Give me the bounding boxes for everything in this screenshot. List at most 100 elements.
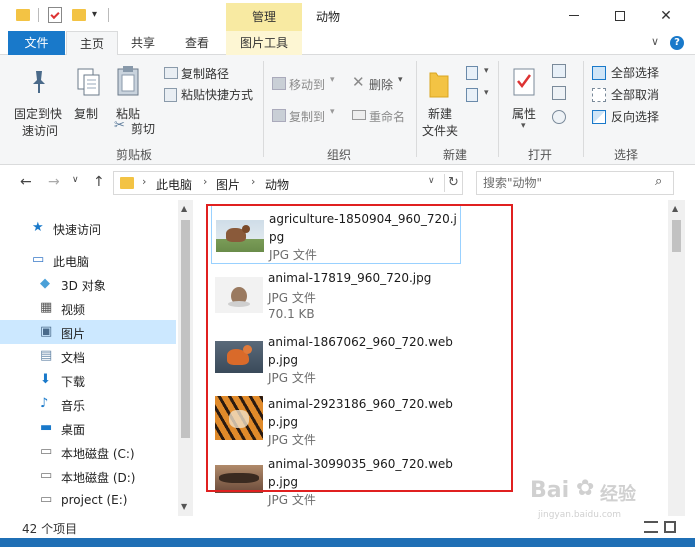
file-thumbnail bbox=[215, 396, 263, 440]
nav-scrollbar[interactable]: ▲ ▼ bbox=[178, 200, 193, 516]
invert-selection-label: 反向选择 bbox=[611, 110, 660, 124]
edit-button[interactable] bbox=[550, 85, 572, 103]
new-folder-quick-icon[interactable] bbox=[72, 9, 86, 21]
file-item[interactable]: animal-2923186_960_720.webp.jpg JPG 文件 bbox=[211, 391, 461, 450]
file-list-scrollbar[interactable]: ▲ bbox=[668, 200, 685, 516]
invert-selection-button[interactable]: 反向选择 bbox=[590, 108, 670, 126]
file-thumbnail bbox=[215, 341, 263, 373]
tab-home[interactable]: 主页 bbox=[66, 31, 118, 56]
sidebar-item[interactable]: ▣ 图片 bbox=[0, 320, 176, 344]
file-list: agriculture-1850904_960_720.jpg JPG 文件 a… bbox=[193, 200, 668, 516]
chevron-down-icon[interactable]: ▾ bbox=[92, 9, 97, 20]
chevron-down-icon: ∨ bbox=[72, 175, 79, 185]
details-view-icon[interactable] bbox=[644, 521, 658, 533]
file-item[interactable]: animal-3099035_960_720.webp.jpg JPG 文件 bbox=[211, 453, 461, 512]
sidebar-item-label: 本地磁盘 (D:) bbox=[61, 471, 136, 485]
maximize-button[interactable] bbox=[597, 0, 643, 31]
select-none-button[interactable]: 全部取消 bbox=[590, 86, 670, 104]
chevron-down-icon: ▾ bbox=[484, 66, 489, 76]
address-bar[interactable]: › 此电脑 › 图片 › 动物 ∨ ↻ bbox=[113, 171, 463, 195]
paste-shortcut-button[interactable]: 粘贴快捷方式 bbox=[160, 86, 260, 104]
arrow-right-icon: → bbox=[48, 174, 60, 190]
nav-scrollbar-thumb[interactable] bbox=[181, 220, 190, 438]
scroll-up-icon[interactable]: ▲ bbox=[672, 204, 678, 213]
sidebar-item[interactable]: ★ 快速访问 bbox=[0, 216, 176, 240]
sidebar-item[interactable]: ▤ 文档 bbox=[0, 344, 176, 368]
forward-button[interactable]: → bbox=[48, 174, 60, 190]
breadcrumb-pictures[interactable]: 图片 bbox=[216, 176, 240, 193]
sidebar-item[interactable]: ▭ 本地磁盘 (D:) bbox=[0, 464, 176, 488]
search-icon[interactable]: ⌕ bbox=[655, 174, 662, 189]
sidebar-item[interactable]: ♪ 音乐 bbox=[0, 392, 176, 416]
pin-to-quick-access-button[interactable]: 固定到快 速访问 bbox=[10, 59, 68, 141]
paste-button[interactable]: 粘贴 bbox=[108, 59, 148, 121]
move-to-button[interactable]: 移动到 ▾ bbox=[270, 75, 342, 95]
up-button[interactable]: ↑ bbox=[93, 174, 105, 190]
properties-icon bbox=[513, 68, 535, 96]
sidebar-item[interactable]: ◆ 3D 对象 bbox=[0, 272, 176, 296]
scroll-down-icon[interactable]: ▼ bbox=[181, 502, 187, 511]
new-item-button[interactable]: ▾ bbox=[464, 65, 494, 83]
pin-label-2: 速访问 bbox=[22, 124, 59, 138]
sidebar-item[interactable]: ▭ 此电脑 bbox=[0, 248, 176, 272]
back-button[interactable]: ← bbox=[20, 174, 32, 190]
properties-label: 属性 bbox=[512, 107, 537, 121]
breadcrumb-animals[interactable]: 动物 bbox=[265, 176, 289, 193]
file-item[interactable]: agriculture-1850904_960_720.jpg JPG 文件 bbox=[211, 205, 461, 264]
new-folder-button[interactable]: 新建 文件夹 bbox=[420, 59, 460, 141]
address-dropdown-icon[interactable]: ∨ bbox=[428, 176, 435, 186]
manage-context-tab[interactable]: 管理 bbox=[226, 3, 302, 31]
delete-label: 删除 bbox=[369, 78, 394, 92]
history-icon bbox=[552, 110, 566, 124]
easy-access-button[interactable]: ▾ bbox=[464, 87, 494, 105]
cut-button[interactable]: ✂ 剪切 bbox=[112, 118, 162, 137]
chevron-down-icon[interactable]: ∨ bbox=[651, 35, 659, 48]
large-icons-view-icon[interactable] bbox=[664, 521, 676, 533]
tab-picture-tools[interactable]: 图片工具 bbox=[226, 31, 302, 55]
copy-path-button[interactable]: 复制路径 bbox=[160, 65, 260, 83]
search-input[interactable] bbox=[483, 175, 643, 191]
history-button[interactable] bbox=[550, 109, 572, 127]
sidebar-item[interactable]: ▬ 桌面 bbox=[0, 416, 176, 440]
select-all-button[interactable]: 全部选择 bbox=[590, 64, 670, 82]
open-button[interactable] bbox=[550, 63, 572, 81]
invert-selection-icon bbox=[592, 110, 606, 124]
sidebar-item[interactable]: ▦ 视频 bbox=[0, 296, 176, 320]
copy-to-button[interactable]: 复制到 ▾ bbox=[270, 107, 342, 127]
tab-view[interactable]: 查看 bbox=[170, 31, 224, 55]
sidebar-item[interactable]: ▭ 本地磁盘 (C:) bbox=[0, 440, 176, 464]
refresh-button[interactable]: ↻ bbox=[444, 174, 462, 192]
file-list-scrollbar-thumb[interactable] bbox=[672, 220, 681, 252]
scroll-up-icon[interactable]: ▲ bbox=[181, 204, 187, 213]
sidebar-item[interactable]: ⬇ 下载 bbox=[0, 368, 176, 392]
move-to-label: 移动到 bbox=[289, 78, 326, 92]
delete-button[interactable]: ✕ 删除 ▾ bbox=[350, 73, 410, 95]
tab-share[interactable]: 共享 bbox=[118, 31, 168, 55]
sidebar-item-label: 音乐 bbox=[61, 399, 86, 413]
help-icon[interactable]: ? bbox=[670, 36, 684, 50]
tab-file[interactable]: 文件 bbox=[8, 31, 65, 55]
search-box[interactable]: ⌕ bbox=[476, 171, 674, 195]
rename-button[interactable]: 重命名 bbox=[350, 107, 410, 127]
chevron-right-icon[interactable]: › bbox=[251, 175, 255, 188]
chevron-right-icon[interactable]: › bbox=[203, 175, 207, 188]
properties-button[interactable]: 属性 ▾ bbox=[502, 59, 546, 141]
new-item-icon bbox=[466, 66, 478, 80]
file-item[interactable]: animal-17819_960_720.jpg JPG 文件 70.1 KB bbox=[211, 267, 461, 326]
close-button[interactable]: ✕ bbox=[643, 0, 689, 31]
sidebar-item[interactable]: ▭ project (E:) bbox=[0, 488, 176, 512]
copy-path-icon bbox=[164, 67, 178, 79]
minimize-button[interactable] bbox=[551, 0, 597, 31]
file-type: JPG 文件 bbox=[268, 371, 316, 385]
properties-quick-icon[interactable] bbox=[48, 7, 62, 23]
select-none-label: 全部取消 bbox=[611, 88, 660, 102]
folder-icon bbox=[16, 9, 30, 21]
breadcrumb-this-pc[interactable]: 此电脑 bbox=[156, 176, 192, 193]
chevron-right-icon[interactable]: › bbox=[142, 175, 146, 188]
file-item[interactable]: animal-1867062_960_720.webp.jpg JPG 文件 bbox=[211, 329, 461, 388]
copy-button[interactable]: 复制 bbox=[70, 59, 106, 141]
paste-icon bbox=[117, 66, 139, 96]
recent-locations-button[interactable]: ∨ bbox=[72, 175, 79, 185]
new-folder-icon bbox=[429, 72, 449, 98]
delete-icon: ✕ bbox=[352, 73, 365, 91]
